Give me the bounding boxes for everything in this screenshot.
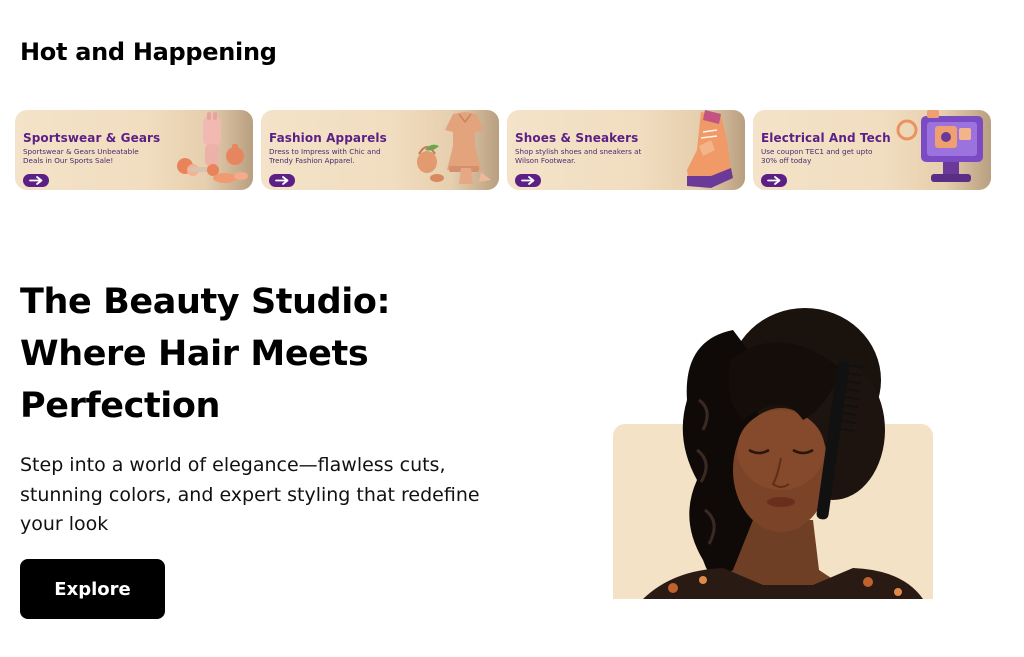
- banner-description: Sportswear & Gears Unbeatable Deals in O…: [23, 147, 139, 165]
- arrow-right-icon[interactable]: [515, 174, 541, 187]
- sneaker-icon: [687, 110, 733, 188]
- fashion-apparel-icon: [417, 112, 491, 184]
- promo-banner-tech[interactable]: Electrical And Tech Use coupon TEC1 and …: [753, 110, 991, 190]
- promo-banner-sportswear[interactable]: Sportswear & Gears Sportswear & Gears Un…: [15, 110, 253, 190]
- arrow-right-icon[interactable]: [269, 174, 295, 187]
- hero-title: The Beauty Studio: Where Hair Meets Perf…: [20, 282, 391, 426]
- hero-image: [613, 300, 933, 599]
- arrow-right-icon[interactable]: [761, 174, 787, 187]
- banner-title: Fashion Apparels: [269, 131, 387, 145]
- explore-button[interactable]: Explore: [20, 559, 165, 619]
- banner-description: Shop stylish shoes and sneakers at Wilso…: [515, 147, 642, 165]
- page: Hot and Happening Sportswear & Gears Spo…: [0, 0, 1024, 657]
- hero-description: Step into a world of elegance—flawless c…: [20, 454, 480, 535]
- banner-title: Sportswear & Gears: [23, 131, 161, 145]
- woman-portrait-illustration: [643, 308, 923, 599]
- banner-description: Use coupon TEC1 and get upto 30% off tod…: [761, 147, 873, 165]
- tech-monitor-icon: [896, 110, 983, 182]
- arrow-right-icon[interactable]: [23, 174, 49, 187]
- promo-banner-shoes[interactable]: Shoes & Sneakers Shop stylish shoes and …: [507, 110, 745, 190]
- section-title: Hot and Happening: [20, 38, 277, 66]
- banner-title: Shoes & Sneakers: [515, 131, 639, 145]
- promo-banner-fashion[interactable]: Fashion Apparels Dress to Impress with C…: [261, 110, 499, 190]
- banner-title: Electrical And Tech: [761, 131, 891, 145]
- sports-gear-icon: [177, 112, 248, 183]
- promo-banner-row: Sportswear & Gears Sportswear & Gears Un…: [15, 110, 991, 190]
- banner-description: Dress to Impress with Chic and Trendy Fa…: [269, 147, 381, 165]
